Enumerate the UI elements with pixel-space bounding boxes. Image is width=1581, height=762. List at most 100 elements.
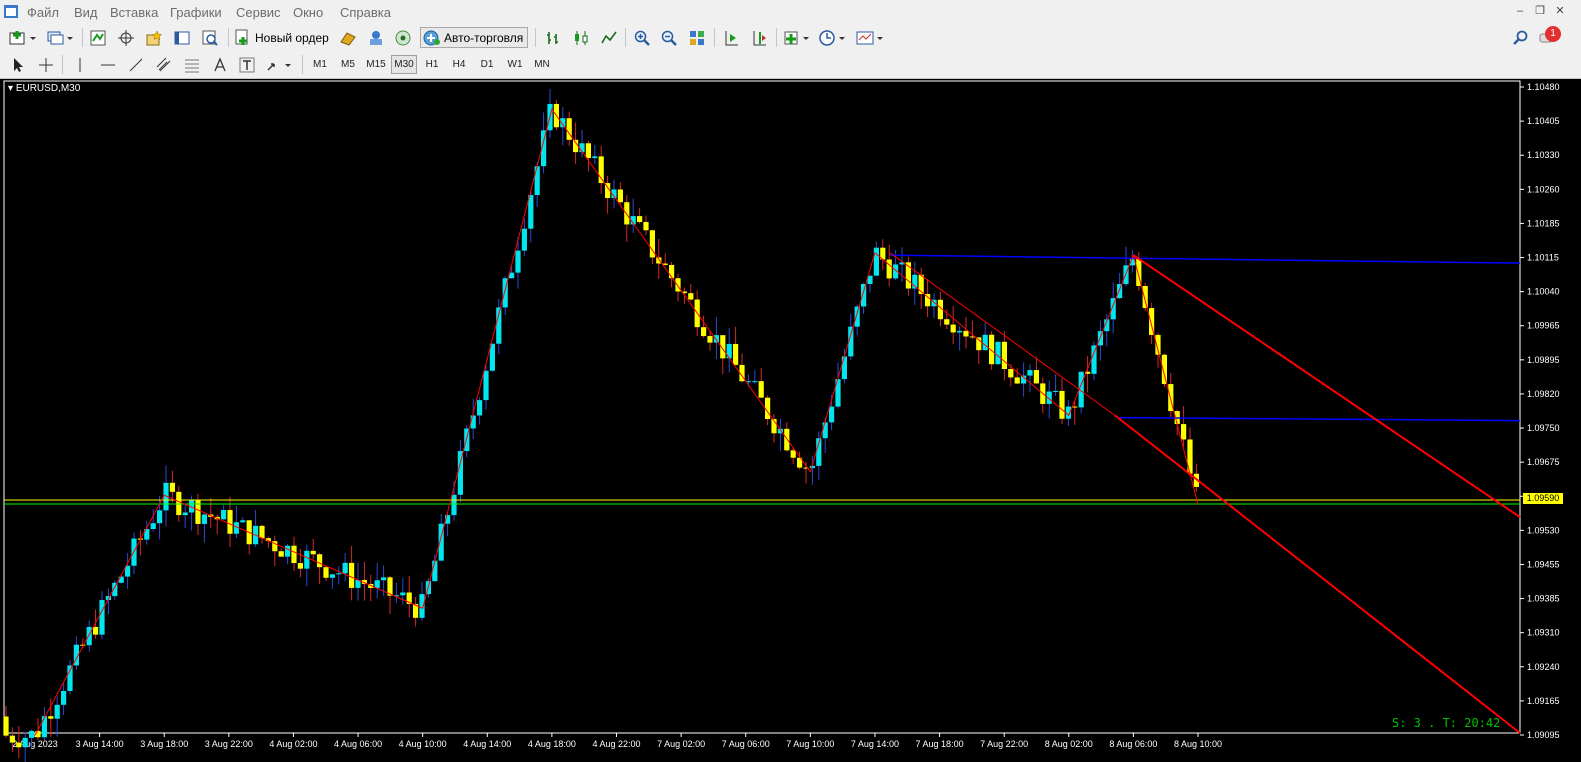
chart-shift-button[interactable]: [748, 27, 770, 48]
menu-view[interactable]: Вид: [74, 5, 98, 20]
bar-chart-button[interactable]: [542, 27, 564, 48]
market-watch-button[interactable]: [87, 27, 109, 48]
bear-candle: [950, 324, 956, 333]
bull-candle: [432, 560, 438, 582]
bear-candle: [227, 510, 233, 534]
market-button[interactable]: [392, 27, 414, 48]
bull-candle: [957, 330, 963, 333]
timeframe-m15[interactable]: M15: [363, 55, 389, 74]
timeframe-w1[interactable]: W1: [502, 55, 528, 74]
bear-candle: [317, 554, 323, 568]
strategy-tester-button[interactable]: [199, 27, 221, 48]
cursor-button[interactable]: [7, 54, 29, 75]
timeframe-h1[interactable]: H1: [419, 55, 445, 74]
time-axis-label: 7 Aug 06:00: [722, 739, 770, 749]
timeframe-m5[interactable]: M5: [335, 55, 361, 74]
zoom-out-button[interactable]: [658, 27, 680, 48]
menu-file[interactable]: Файл: [27, 5, 59, 20]
minimize-icon[interactable]: –: [1512, 4, 1528, 18]
chart-window[interactable]: 1.10480 1.10405 1.10330 1.10260 1.10185 1.101…: [0, 79, 1581, 762]
bear-candle: [643, 221, 649, 231]
indicators-button[interactable]: [782, 27, 812, 48]
time-axis-label: 8 Aug 06:00: [1109, 739, 1157, 749]
strategy-tester-icon: [202, 30, 218, 46]
bear-candle: [297, 563, 303, 569]
terminal-button[interactable]: [171, 27, 193, 48]
bull-candle: [1091, 345, 1097, 374]
bull-candle: [329, 574, 335, 578]
time-axis-label: 3 Aug 14:00: [76, 739, 124, 749]
menu-help[interactable]: Справка: [340, 5, 391, 20]
bear-candle: [1142, 285, 1148, 309]
bull-candle: [400, 592, 406, 596]
tile-windows-button[interactable]: [686, 27, 708, 48]
bear-candle: [758, 381, 764, 398]
crosshair-icon: [39, 57, 53, 72]
autotrading-button[interactable]: Авто-торговля: [420, 27, 529, 48]
timeframe-mn[interactable]: MN: [529, 55, 555, 74]
search-button[interactable]: [1510, 27, 1532, 48]
time-axis-label: 4 Aug 18:00: [528, 739, 576, 749]
crosshair-button[interactable]: [35, 54, 57, 75]
data-window-button[interactable]: [115, 27, 137, 48]
new-chart-button[interactable]: [6, 27, 40, 48]
signals-icon: [370, 30, 382, 45]
bear-candle: [169, 482, 175, 492]
text-label-button[interactable]: [236, 54, 258, 75]
menu-window[interactable]: Окно: [293, 5, 323, 20]
time-axis-label: 7 Aug 14:00: [851, 739, 899, 749]
time-axis-label: 3 Aug 22:00: [205, 739, 253, 749]
timeframe-d1[interactable]: D1: [474, 55, 500, 74]
bull-candle: [982, 334, 988, 351]
bear-candle: [1033, 370, 1039, 384]
bull-candle: [54, 704, 60, 719]
close-icon[interactable]: ✕: [1552, 4, 1568, 18]
bear-candle: [1008, 369, 1014, 378]
templates-button[interactable]: [855, 27, 885, 48]
bull-candle: [41, 716, 47, 738]
bear-candle: [886, 259, 892, 279]
market-watch-icon: [90, 30, 106, 45]
status-text: S: 3 . T: 20:42: [1392, 716, 1501, 730]
new-order-button[interactable]: Новый ордер: [234, 27, 329, 48]
line-chart-button[interactable]: [598, 27, 620, 48]
history-center-button[interactable]: [337, 27, 359, 48]
bear-candle: [701, 327, 707, 337]
profiles-button[interactable]: [44, 27, 76, 48]
bear-candle: [585, 143, 591, 159]
timeframe-m1[interactable]: M1: [307, 55, 333, 74]
timeframe-h4[interactable]: H4: [446, 55, 472, 74]
bear-candle: [3, 716, 9, 736]
navigator-button[interactable]: [143, 27, 165, 48]
time-axis-label: 4 Aug 14:00: [463, 739, 511, 749]
price-chart[interactable]: 1.10480 1.10405 1.10330 1.10260 1.10185 1.101…: [0, 79, 1581, 762]
horizontal-line-button[interactable]: [97, 54, 119, 75]
periods-button[interactable]: [818, 27, 848, 48]
menu-tools[interactable]: Сервис: [236, 5, 281, 20]
menu-insert[interactable]: Вставка: [110, 5, 158, 20]
auto-scroll-button[interactable]: [720, 27, 742, 48]
vertical-line-button[interactable]: [69, 54, 91, 75]
candlestick-chart-button[interactable]: [570, 27, 592, 48]
fibonacci-button[interactable]: [181, 54, 203, 75]
trendline-button[interactable]: [125, 54, 147, 75]
time-axis-label: 8 Aug 10:00: [1174, 739, 1222, 749]
price-axis-label: 1.09240: [1527, 662, 1560, 672]
text-button[interactable]: [209, 54, 231, 75]
zoom-in-icon: [634, 30, 650, 46]
price-axis-label: 1.10260: [1527, 184, 1560, 194]
arrows-button[interactable]: [264, 54, 294, 75]
restore-icon[interactable]: ❐: [1532, 4, 1548, 18]
bear-candle: [624, 202, 630, 225]
timeframe-m30[interactable]: M30: [391, 55, 417, 74]
menu-charts[interactable]: Графики: [170, 5, 222, 20]
signals-button[interactable]: [365, 27, 387, 48]
zoom-in-button[interactable]: [631, 27, 653, 48]
price-axis-label: 1.10115: [1527, 253, 1559, 263]
equidistant-channel-button[interactable]: [153, 54, 175, 75]
notification-badge[interactable]: 1: [1545, 26, 1561, 42]
clock-icon: [819, 29, 845, 46]
time-axis-label: 3 Aug 18:00: [140, 739, 188, 749]
channel-lower-line: [1114, 414, 1521, 734]
price-axis-label: 1.09095: [1527, 730, 1560, 740]
